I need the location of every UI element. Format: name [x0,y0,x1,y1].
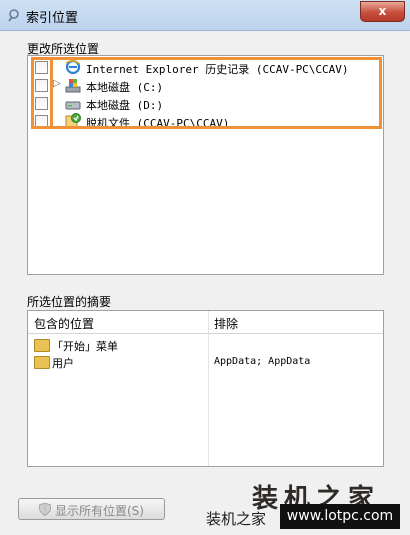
close-icon: x [378,4,387,18]
excluded-location: AppData; AppData [214,356,311,367]
ie-icon [65,59,81,75]
watermark-subtitle: 装机之家 [206,510,267,528]
location-item-drive-d[interactable]: 本地磁盘 (D:) [31,95,381,113]
location-item-ie-history[interactable]: Internet Explorer 历史记录 (CCAV-PC\CCAV) [31,59,381,77]
column-divider [208,311,209,466]
location-checkbox[interactable] [35,115,48,128]
window-title: 索引位置 [26,11,79,26]
location-label: 本地磁盘 (C:) [86,81,164,94]
uac-shield-icon [39,503,51,516]
system-drive-icon [65,79,81,93]
folder-icon [34,339,50,352]
show-all-locations-button[interactable]: 显示所有位置(S) [18,498,165,520]
watermark-url: www.lotpc.com [280,504,400,529]
location-checkbox[interactable] [35,61,48,74]
offline-files-icon [65,113,81,129]
included-location: 「开始」菜单 [52,340,118,353]
drive-icon [65,101,81,110]
location-item-offline-files[interactable]: 脱机文件 (CCAV-PC\CCAV) [31,113,381,131]
expand-arrow-icon[interactable]: ▷ [53,78,61,89]
title-bar[interactable]: 索引位置 x [0,0,410,31]
summary-row: 用户 AppData; AppData [34,354,379,371]
summary-header: 包含的位置 排除 [28,311,383,334]
show-all-label: 显示所有位置(S) [55,504,144,518]
folder-icon [34,356,50,369]
location-checkbox[interactable] [35,97,48,110]
location-label: 本地磁盘 (D:) [86,99,164,112]
summary-table[interactable]: 包含的位置 排除 「开始」菜单 用户 AppData; AppData [27,310,384,467]
column-header-excluded: 排除 [214,317,239,331]
location-item-drive-c[interactable]: ▷ 本地磁盘 (C:) [31,77,381,95]
location-checkbox[interactable] [35,79,48,92]
summary-label: 所选位置的摘要 [27,295,112,309]
close-button[interactable]: x [360,1,405,22]
location-label: 脱机文件 (CCAV-PC\CCAV) [86,117,230,130]
included-location: 用户 [52,357,74,370]
summary-row: 「开始」菜单 [34,337,379,354]
location-label: Internet Explorer 历史记录 (CCAV-PC\CCAV) [86,63,349,76]
indexing-options-icon [8,9,19,22]
column-header-included: 包含的位置 [34,317,95,331]
